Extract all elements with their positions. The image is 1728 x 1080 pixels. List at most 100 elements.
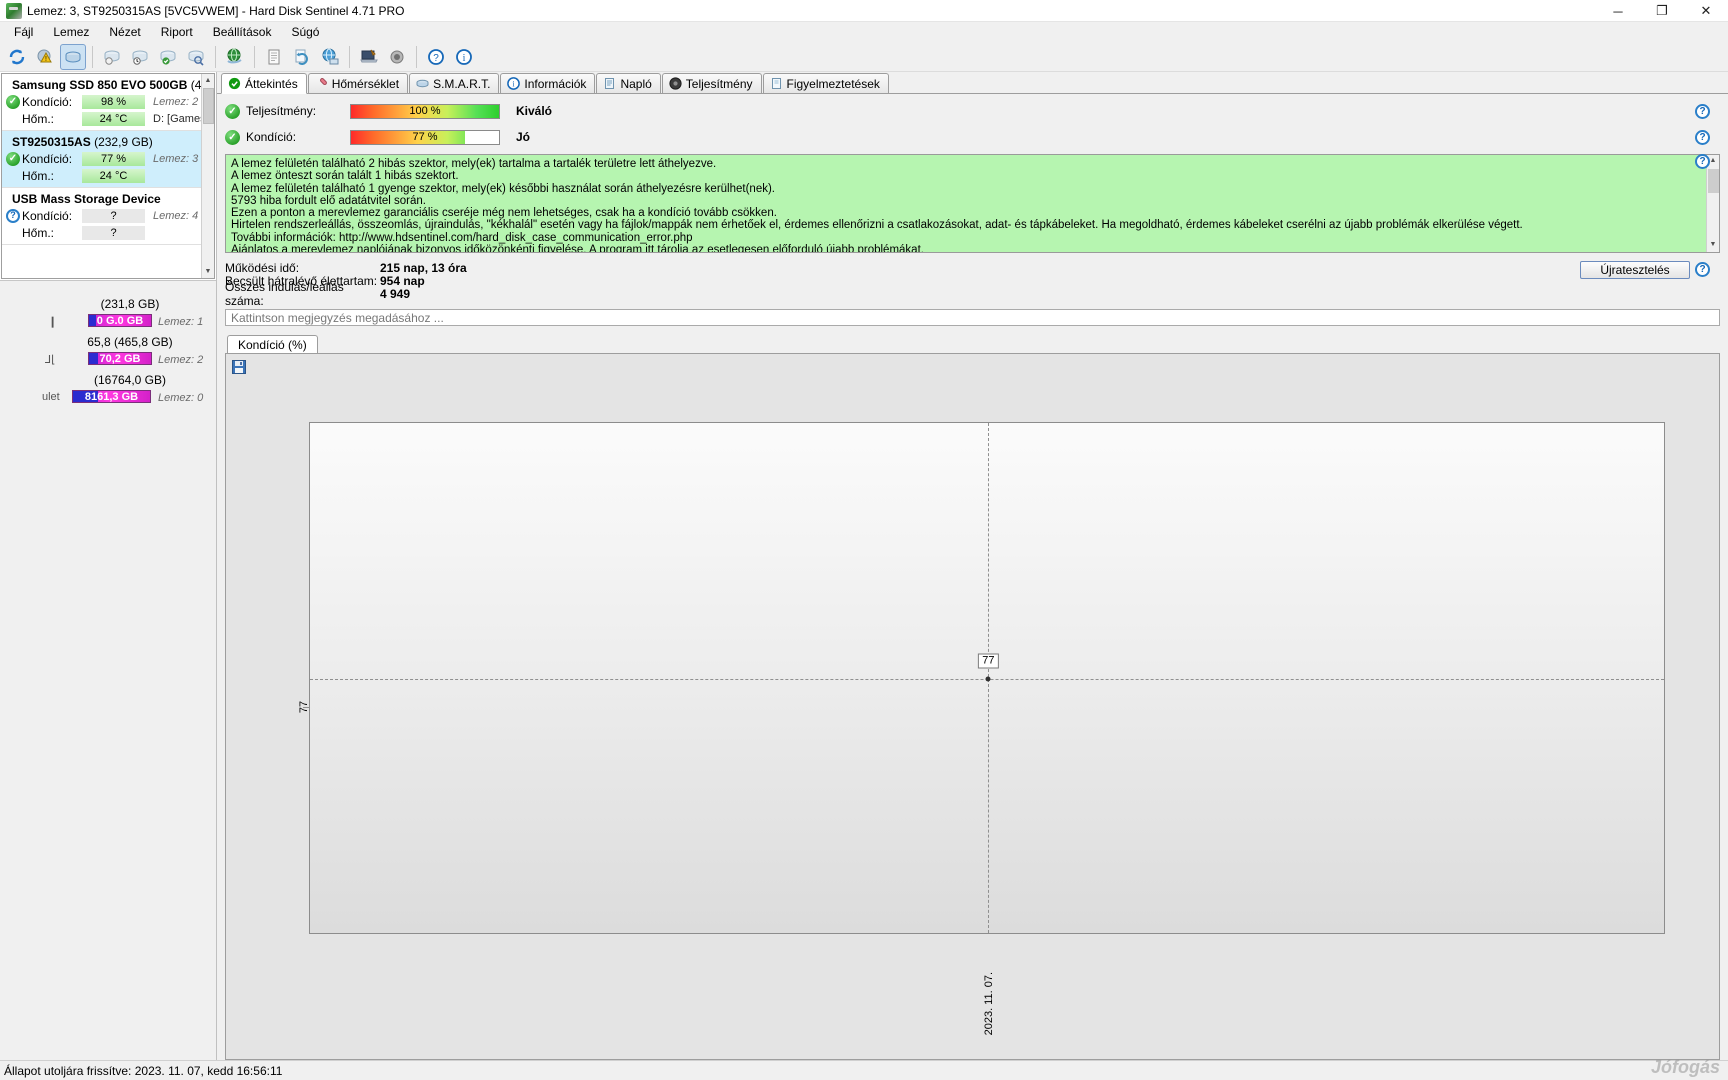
disk-clock-icon[interactable]	[127, 44, 153, 70]
condition-label: Kondíció:	[22, 94, 73, 109]
disk-capacity: (232,9 GB)	[94, 135, 153, 149]
partition-used-fill	[89, 353, 98, 364]
tab-smart[interactable]: S.M.A.R.T.	[409, 73, 500, 93]
info-key: Működési idő:	[225, 260, 300, 275]
help-icon[interactable]: ?	[1695, 154, 1710, 169]
temperature-bar: 24 °C	[82, 168, 145, 183]
scroll-up-icon[interactable]: ▲	[202, 74, 214, 87]
disk-entry-st9250315as[interactable]: ST9250315AS (232,9 GB) ✓ Kondíció: 77 % …	[2, 131, 214, 188]
hard-disk-sentinel-window: Lemez: 3, ST9250315AS [5VC5VWEM] - Hard …	[0, 0, 1728, 1080]
partition-usage-bar: 70,2 GB	[88, 352, 152, 365]
status-ok-icon: ✓	[6, 151, 20, 166]
network-icon[interactable]	[317, 44, 343, 70]
help-icon[interactable]: ?	[1695, 103, 1710, 119]
temperature-value: 24 °C	[99, 112, 128, 125]
sync-icon[interactable]	[289, 44, 315, 70]
temperature-value: 24 °C	[99, 169, 128, 182]
retest-button[interactable]: Újratesztelés	[1580, 261, 1690, 279]
chart-tab-strip: Kondíció (%)	[225, 335, 1720, 353]
laptop-icon[interactable]	[356, 44, 382, 70]
chart-tab-kondicio[interactable]: Kondíció (%)	[227, 335, 318, 353]
maximize-button[interactable]: ❐	[1640, 0, 1684, 22]
tab-naplo[interactable]: Napló	[596, 73, 661, 93]
menu-item-beallitasok[interactable]: Beállítások	[203, 23, 282, 41]
temperature-bar: ?	[82, 225, 145, 240]
tab-homerseklet[interactable]: Hőmérséklet	[307, 73, 409, 93]
temperature-value: ?	[110, 226, 117, 239]
info-icon[interactable]: i	[451, 44, 477, 70]
chart-data-point	[985, 676, 991, 682]
partition-free-text: 0 G.0 GB	[96, 314, 144, 327]
toolbar: ! ? i	[0, 42, 1728, 72]
partition-side-label: ❙	[48, 316, 58, 328]
menu-item-nezet[interactable]: Nézet	[99, 23, 150, 41]
check-circle-icon	[228, 77, 241, 90]
comment-input[interactable]: Kattintson megjegyzés megadásához ...	[225, 309, 1720, 326]
disk-list-scrollbar[interactable]: ▲ ▼	[201, 74, 214, 278]
tab-informaciok[interactable]: i Információk	[500, 73, 596, 93]
condition-value: ?	[110, 209, 117, 222]
disk-ok-icon[interactable]	[155, 44, 181, 70]
message-line: Ezen a ponton a merevlemez garanciális c…	[231, 207, 777, 220]
disk-entry-usb-mass-storage[interactable]: USB Mass Storage Device ? Kondíció: ? Le…	[2, 188, 214, 245]
close-button[interactable]: ✕	[1684, 0, 1728, 22]
scroll-thumb[interactable]	[203, 88, 214, 124]
message-scrollbar[interactable]: ▲ ▼	[1706, 155, 1719, 252]
chart-toolbar	[230, 358, 248, 376]
svg-text:!: !	[45, 56, 47, 63]
scroll-down-icon[interactable]: ▼	[202, 265, 214, 278]
chart-area: 77 77 2023. 11. 07.	[225, 353, 1720, 1060]
condition-value: 98 %	[100, 95, 127, 108]
save-icon[interactable]	[230, 358, 248, 376]
report-icon[interactable]	[261, 44, 287, 70]
tab-attekintes[interactable]: Áttekintés	[221, 73, 307, 94]
disk-entry-samsung-ssd-850-evo[interactable]: Samsung SSD 850 EVO 500GB (465,8 GB) ✓ K…	[2, 74, 214, 131]
help-icon[interactable]: ?	[1695, 262, 1710, 277]
minimize-button[interactable]: ─	[1596, 0, 1640, 22]
menu-item-sugo[interactable]: Súgó	[281, 23, 329, 41]
partition-free-text: 8161,3 GB	[84, 390, 139, 403]
status-ok-icon: ✓	[225, 103, 240, 119]
tab-label: Figyelmeztetések	[786, 76, 880, 91]
sound-icon[interactable]	[384, 44, 410, 70]
disk-condition-row: ✓ Kondíció: 98 % Lemez: 2	[2, 93, 214, 110]
status-ok-icon: ✓	[6, 94, 20, 109]
scroll-down-icon[interactable]: ▼	[1707, 239, 1719, 252]
refresh-icon[interactable]	[4, 44, 30, 70]
performance-gauge-row: ✓ Teljesítmény: 100 % Kiváló ?	[225, 100, 1720, 122]
disk-info-icon[interactable]	[99, 44, 125, 70]
menu-item-riport[interactable]: Riport	[151, 23, 203, 41]
status-message-box[interactable]: A lemez felületén található 2 hibás szek…	[225, 154, 1720, 253]
chart-gridline-extension	[303, 706, 309, 708]
status-bar: Állapot utoljára frissítve: 2023. 11. 07…	[0, 1057, 1728, 1080]
disk-temperature-row: Hőm.: 24 °C D: [Games	[2, 110, 214, 127]
scroll-thumb[interactable]	[1708, 169, 1719, 193]
disk-name: ST9250315AS	[12, 135, 91, 149]
tab-figyelmeztetesek[interactable]: Figyelmeztetések	[762, 73, 889, 93]
chart-panel: Kondíció (%) 77 77 2023. 11. 07.	[225, 335, 1720, 1060]
menu-item-fajl[interactable]: Fájl	[4, 23, 43, 41]
disk-name: Samsung SSD 850 EVO 500GB	[12, 78, 188, 92]
tab-teljesitmeny[interactable]: Teljesítmény	[661, 73, 762, 93]
disk-icon[interactable]	[60, 43, 86, 70]
partition-capacity: (231,8 GB)	[100, 297, 160, 311]
temperature-label: Hőm.:	[22, 225, 55, 240]
toolbar-separator	[349, 45, 350, 68]
help-icon[interactable]: ?	[1695, 129, 1710, 145]
partition-disk-index: Lemez: 2	[158, 354, 204, 366]
disk-list[interactable]: Samsung SSD 850 EVO 500GB (465,8 GB) ✓ K…	[1, 73, 215, 279]
toolbar-separator	[215, 45, 216, 68]
info-key: Összes indulás/leállás száma:	[225, 279, 344, 308]
disk-search-icon[interactable]	[183, 44, 209, 70]
tab-label: Hőmérséklet	[331, 76, 400, 91]
menu-item-lemez[interactable]: Lemez	[43, 23, 99, 41]
help-icon[interactable]: ?	[423, 44, 449, 70]
status-unknown-icon: ?	[6, 208, 20, 223]
thermometer-icon	[315, 77, 328, 90]
condition-gauge-row: ✓ Kondíció: 77 % Jó ?	[225, 126, 1720, 148]
globe-icon[interactable]	[222, 44, 248, 70]
warning-icon[interactable]: !	[32, 44, 58, 70]
tab-label: Napló	[620, 76, 652, 91]
status-text: Állapot utoljára frissítve: 2023. 11. 07…	[4, 1063, 283, 1078]
partition-list[interactable]: (231,8 GB) ❙ 0 G.0 GB Lemez: 1 65,8 (465…	[0, 280, 216, 1060]
